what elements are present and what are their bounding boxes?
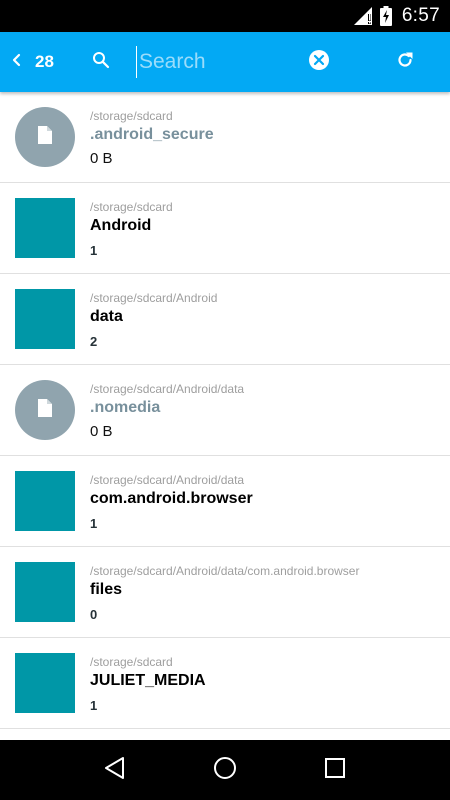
list-item[interactable]: /storage/sdcard Android 1 bbox=[0, 183, 450, 274]
clear-circle-icon bbox=[308, 49, 330, 76]
item-path: /storage/sdcard/Android/data bbox=[90, 382, 245, 396]
item-count: 1 bbox=[90, 698, 98, 713]
folder-thumbnail bbox=[15, 198, 75, 258]
item-name: .nomedia bbox=[90, 399, 161, 416]
file-thumbnail bbox=[15, 107, 75, 167]
back-button[interactable] bbox=[4, 46, 28, 78]
item-path: /storage/sdcard bbox=[90, 200, 173, 214]
item-path: /storage/sdcard/Android/data bbox=[90, 473, 245, 487]
item-count: 1 bbox=[90, 243, 98, 258]
status-time: 6:57 bbox=[401, 5, 440, 26]
nav-home-button[interactable] bbox=[205, 750, 245, 790]
item-count: 2 bbox=[90, 334, 98, 349]
folder-thumbnail bbox=[15, 562, 75, 622]
item-size: 0 B bbox=[90, 150, 113, 167]
folder-thumbnail bbox=[15, 289, 75, 349]
folder-thumbnail bbox=[15, 653, 75, 713]
item-name: data bbox=[90, 308, 123, 325]
list-item[interactable]: /storage/sdcard .android_secure 0 B bbox=[0, 92, 450, 183]
item-name: files bbox=[90, 581, 123, 598]
list-item[interactable]: /storage/sdcard/Android/data com.android… bbox=[0, 456, 450, 547]
recents-nav-icon bbox=[324, 757, 346, 784]
refresh-button[interactable] bbox=[392, 49, 418, 75]
item-name: .android_secure bbox=[90, 126, 214, 143]
result-count: 28 bbox=[35, 52, 54, 71]
app-bar: 28 bbox=[0, 32, 450, 92]
file-list: /storage/sdcard .android_secure 0 B /sto… bbox=[0, 92, 450, 740]
file-icon bbox=[37, 125, 53, 150]
clear-search-button[interactable] bbox=[308, 49, 330, 76]
nav-recents-button[interactable] bbox=[315, 750, 355, 790]
item-count: 0 bbox=[90, 607, 98, 622]
search-button[interactable] bbox=[88, 48, 114, 76]
refresh-icon bbox=[395, 50, 415, 75]
item-count: 1 bbox=[90, 516, 98, 531]
list-item[interactable]: /storage/sdcard/Android/data/com.android… bbox=[0, 547, 450, 638]
status-bar: 6:57 bbox=[0, 0, 450, 32]
back-nav-icon bbox=[104, 756, 126, 785]
file-icon bbox=[37, 398, 53, 423]
list-item[interactable]: /storage/sdcard/Android data 2 bbox=[0, 274, 450, 365]
navigation-bar bbox=[0, 740, 450, 800]
item-name: Android bbox=[90, 217, 152, 234]
file-thumbnail bbox=[15, 380, 75, 440]
folder-thumbnail bbox=[15, 471, 75, 531]
item-path: /storage/sdcard bbox=[90, 655, 173, 669]
battery-charging-icon bbox=[379, 6, 392, 26]
nav-back-button[interactable] bbox=[95, 750, 135, 790]
item-size: 0 B bbox=[90, 423, 113, 440]
search-icon bbox=[92, 51, 110, 74]
signal-icon bbox=[353, 7, 374, 25]
chevron-left-icon bbox=[11, 53, 21, 72]
list-item[interactable]: /storage/sdcard JULIET_MEDIA 1 bbox=[0, 638, 450, 729]
item-name: com.android.browser bbox=[90, 490, 253, 507]
item-name: JULIET_MEDIA bbox=[90, 672, 206, 689]
item-path: /storage/sdcard/Android bbox=[90, 291, 218, 305]
home-nav-icon bbox=[213, 756, 237, 785]
search-input[interactable] bbox=[136, 46, 296, 78]
item-path: /storage/sdcard bbox=[90, 109, 173, 123]
item-path: /storage/sdcard/Android/data/com.android… bbox=[90, 564, 360, 578]
list-item[interactable]: /storage/sdcard/Android/data .nomedia 0 … bbox=[0, 365, 450, 456]
